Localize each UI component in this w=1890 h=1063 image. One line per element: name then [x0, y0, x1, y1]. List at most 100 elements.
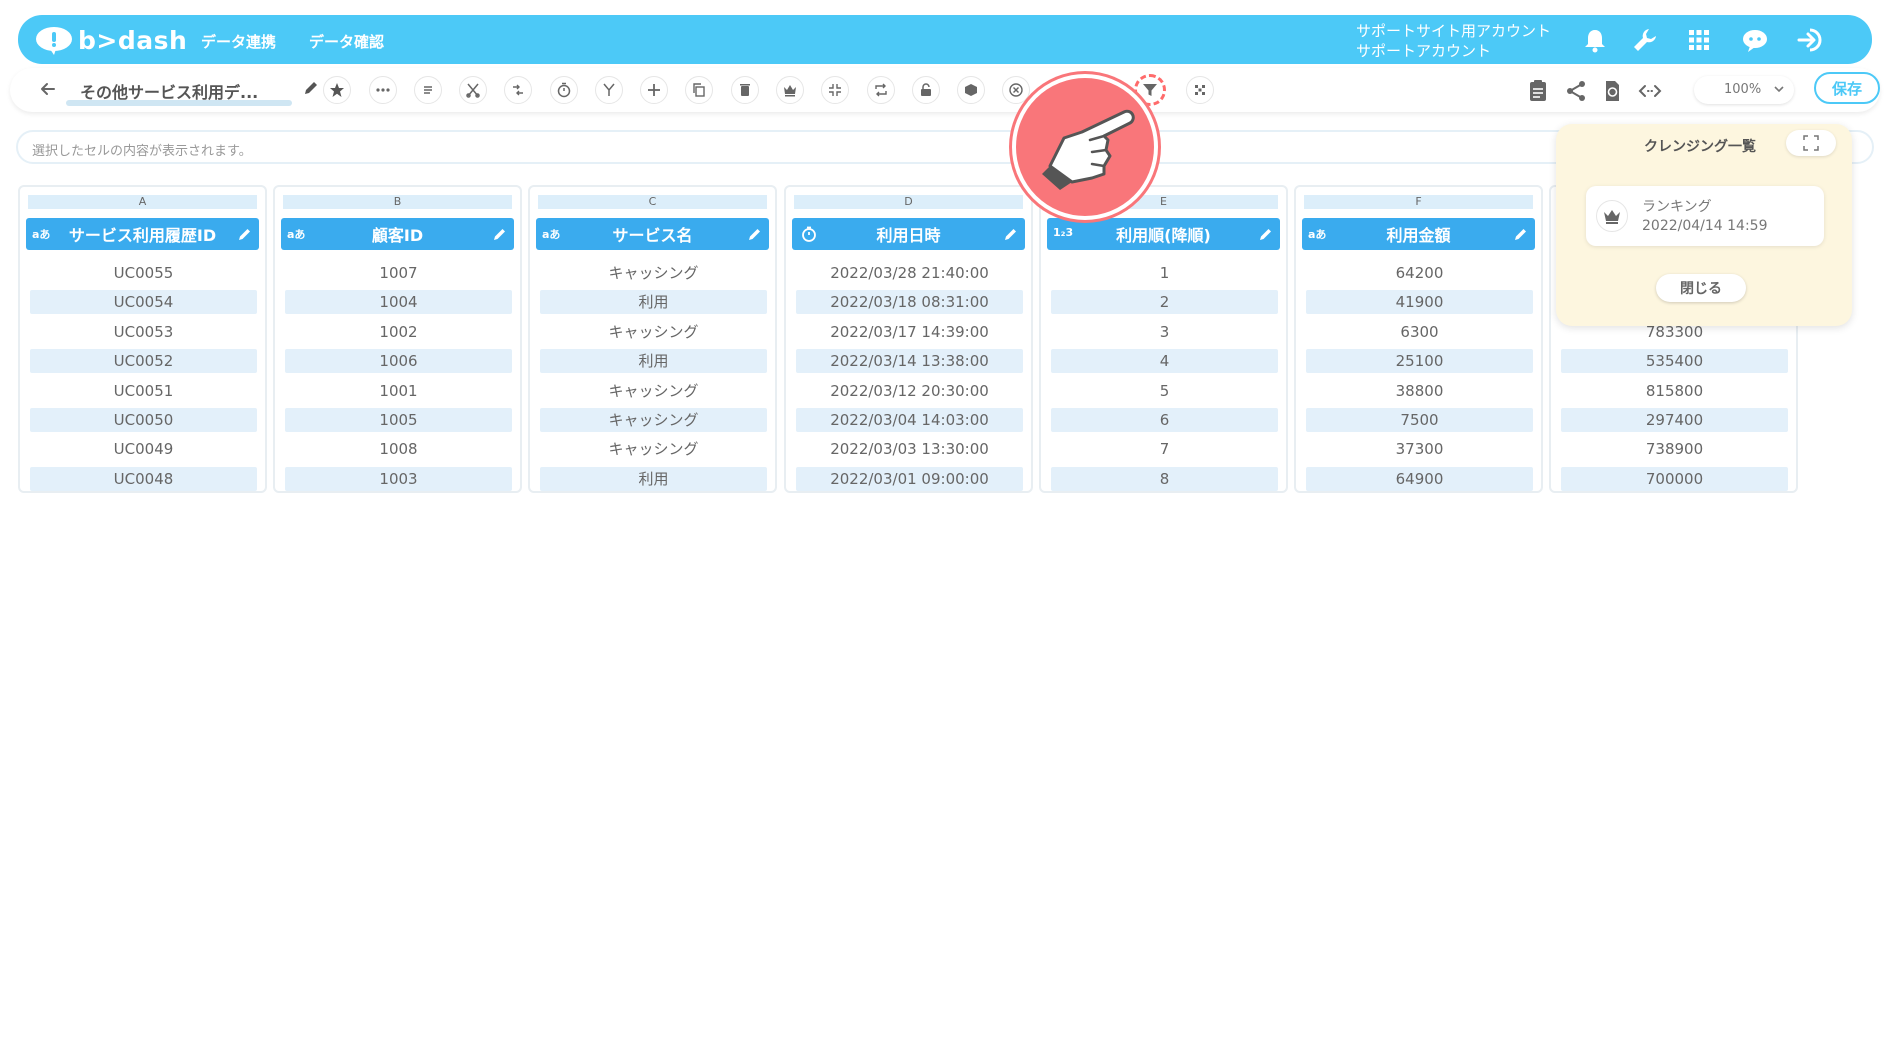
list-lines-button[interactable]: [414, 76, 442, 104]
table-cell[interactable]: 700000: [1561, 467, 1788, 491]
table-cell[interactable]: キャッシング: [540, 437, 767, 461]
table-cell[interactable]: 利用: [540, 467, 767, 491]
table-cell[interactable]: 1006: [285, 349, 512, 373]
table-cell[interactable]: 利用: [540, 290, 767, 314]
table-cell[interactable]: UC0048: [30, 467, 257, 491]
nav-data-integration[interactable]: データ連携: [201, 31, 276, 52]
table-cell[interactable]: 2022/03/14 13:38:00: [796, 349, 1023, 373]
merge-branch-button[interactable]: [595, 76, 623, 104]
more-dots-button[interactable]: [369, 76, 397, 104]
table-cell[interactable]: UC0054: [30, 290, 257, 314]
table-cell[interactable]: 2022/03/01 09:00:00: [796, 467, 1023, 491]
table-cell[interactable]: 64900: [1306, 467, 1533, 491]
save-button[interactable]: 保存: [1814, 72, 1880, 104]
table-cell[interactable]: キャッシング: [540, 408, 767, 432]
table-cell[interactable]: 2022/03/28 21:40:00: [796, 261, 1023, 285]
table-cell[interactable]: 2022/03/03 13:30:00: [796, 437, 1023, 461]
column-header[interactable]: 1₂3 利用順(降順): [1047, 218, 1280, 250]
column-letter[interactable]: D: [794, 195, 1023, 209]
table-cell[interactable]: 1008: [285, 437, 512, 461]
column-header[interactable]: aあ 顧客ID: [281, 218, 514, 250]
unlock-button[interactable]: [912, 76, 940, 104]
table-cell[interactable]: 1003: [285, 467, 512, 491]
trash-button[interactable]: [731, 76, 759, 104]
edit-pencil-icon[interactable]: [1003, 226, 1019, 242]
table-cell[interactable]: UC0051: [30, 379, 257, 403]
table-cell[interactable]: 1002: [285, 320, 512, 344]
table-cell[interactable]: 1: [1051, 261, 1278, 285]
collapse-button[interactable]: [821, 76, 849, 104]
column-header[interactable]: aあ サービス名: [536, 218, 769, 250]
share-icon[interactable]: [1564, 79, 1588, 103]
table-cell[interactable]: 6300: [1306, 320, 1533, 344]
table-cell[interactable]: 7: [1051, 437, 1278, 461]
table-cell[interactable]: 3: [1051, 320, 1278, 344]
column-header[interactable]: 利用日時: [792, 218, 1025, 250]
table-cell[interactable]: 8: [1051, 467, 1278, 491]
cleansing-item-card[interactable]: ランキング 2022/04/14 14:59: [1586, 186, 1824, 246]
table-cell[interactable]: 5: [1051, 379, 1278, 403]
table-cell[interactable]: キャッシング: [540, 379, 767, 403]
edit-pencil-icon[interactable]: [237, 226, 253, 242]
table-cell[interactable]: 2022/03/18 08:31:00: [796, 290, 1023, 314]
table-cell[interactable]: 2: [1051, 290, 1278, 314]
column-header[interactable]: aあ サービス利用履歴ID: [26, 218, 259, 250]
zoom-select[interactable]: 100%: [1694, 76, 1794, 104]
table-cell[interactable]: 738900: [1561, 437, 1788, 461]
copy-button[interactable]: [685, 76, 713, 104]
table-cell[interactable]: キャッシング: [540, 320, 767, 344]
column-letter[interactable]: F: [1304, 195, 1533, 209]
table-cell[interactable]: 4: [1051, 349, 1278, 373]
logout-icon[interactable]: [1796, 25, 1826, 55]
edit-pencil-icon[interactable]: [1513, 226, 1529, 242]
ranking-crown-button[interactable]: [776, 76, 804, 104]
table-cell[interactable]: キャッシング: [540, 261, 767, 285]
table-cell[interactable]: 37300: [1306, 437, 1533, 461]
add-plus-button[interactable]: [640, 76, 668, 104]
favorite-star-button[interactable]: [323, 76, 351, 104]
table-cell[interactable]: 41900: [1306, 290, 1533, 314]
edit-pencil-icon[interactable]: [492, 226, 508, 242]
edit-pencil-icon[interactable]: [747, 226, 763, 242]
table-cell[interactable]: 1007: [285, 261, 512, 285]
table-cell[interactable]: 38800: [1306, 379, 1533, 403]
table-cell[interactable]: 2022/03/12 20:30:00: [796, 379, 1023, 403]
table-cell[interactable]: UC0053: [30, 320, 257, 344]
table-cell[interactable]: 2022/03/17 14:39:00: [796, 320, 1023, 344]
table-cell[interactable]: 297400: [1561, 408, 1788, 432]
logo[interactable]: b>dash: [34, 23, 187, 57]
split-scissors-button[interactable]: [459, 76, 487, 104]
table-cell[interactable]: 利用: [540, 349, 767, 373]
edit-pencil-icon[interactable]: [1258, 226, 1274, 242]
clipboard-icon[interactable]: [1526, 79, 1550, 103]
table-cell[interactable]: 1004: [285, 290, 512, 314]
table-cell[interactable]: UC0049: [30, 437, 257, 461]
table-cell[interactable]: UC0052: [30, 349, 257, 373]
table-cell[interactable]: 2022/03/04 14:03:00: [796, 408, 1023, 432]
column-letter[interactable]: B: [283, 195, 512, 209]
back-arrow-icon[interactable]: [38, 79, 58, 99]
bell-icon[interactable]: [1580, 25, 1610, 55]
replace-button[interactable]: [504, 76, 532, 104]
grid-pattern-button[interactable]: [1186, 76, 1214, 104]
close-button[interactable]: 閉じる: [1656, 274, 1746, 302]
refresh-document-icon[interactable]: [1600, 79, 1624, 103]
chat-bot-icon[interactable]: [1740, 25, 1770, 55]
wrench-icon[interactable]: [1630, 25, 1660, 55]
workspace-title[interactable]: その他サービス利用デ...: [66, 74, 296, 106]
table-cell[interactable]: 1001: [285, 379, 512, 403]
table-cell[interactable]: 7500: [1306, 408, 1533, 432]
apps-grid-icon[interactable]: [1684, 25, 1714, 55]
table-cell[interactable]: 815800: [1561, 379, 1788, 403]
timer-button[interactable]: [550, 76, 578, 104]
column-header[interactable]: aあ 利用金額: [1302, 218, 1535, 250]
table-cell[interactable]: UC0055: [30, 261, 257, 285]
table-cell[interactable]: 25100: [1306, 349, 1533, 373]
cube-export-button[interactable]: [957, 76, 985, 104]
column-letter[interactable]: A: [28, 195, 257, 209]
table-cell[interactable]: 6: [1051, 408, 1278, 432]
table-cell[interactable]: 535400: [1561, 349, 1788, 373]
column-letter[interactable]: C: [538, 195, 767, 209]
table-cell[interactable]: 1005: [285, 408, 512, 432]
loop-repeat-button[interactable]: [867, 76, 895, 104]
